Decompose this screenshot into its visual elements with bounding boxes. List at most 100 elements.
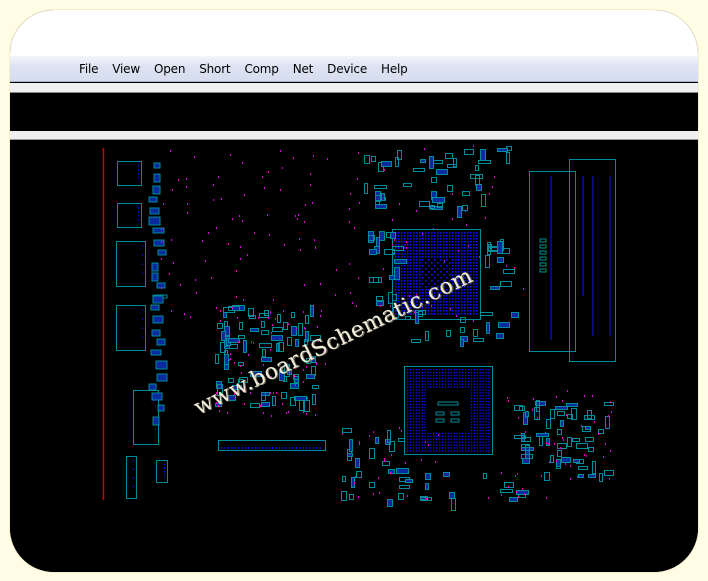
- bga-ball[interactable]: [443, 268, 445, 270]
- smd-part[interactable]: [261, 402, 270, 407]
- pin[interactable]: [133, 485, 134, 488]
- bga-ball[interactable]: [441, 450, 444, 452]
- connector-outline[interactable]: [117, 161, 142, 186]
- via[interactable]: [358, 152, 359, 154]
- bga-ball[interactable]: [409, 389, 412, 391]
- via[interactable]: [305, 328, 306, 330]
- bga-ball[interactable]: [455, 265, 457, 267]
- bga-ball[interactable]: [488, 377, 490, 379]
- smd-part[interactable]: [539, 238, 547, 243]
- bga-ball[interactable]: [464, 304, 466, 306]
- bga-ball[interactable]: [407, 418, 409, 420]
- bga-ball[interactable]: [476, 238, 478, 240]
- bga-ball[interactable]: [473, 235, 475, 237]
- bga-ball[interactable]: [427, 438, 429, 440]
- bga-ball[interactable]: [437, 268, 439, 270]
- smd-part[interactable]: [371, 156, 376, 162]
- bga-ball[interactable]: [470, 253, 472, 255]
- menu-comp[interactable]: Comp: [244, 62, 278, 76]
- via[interactable]: [546, 442, 547, 444]
- bga-ball[interactable]: [398, 241, 400, 243]
- bga-ball[interactable]: [404, 232, 406, 234]
- via[interactable]: [571, 439, 572, 441]
- bga-ball[interactable]: [485, 383, 487, 385]
- bga-ball[interactable]: [464, 295, 466, 297]
- bga-ball[interactable]: [407, 271, 409, 273]
- smd-part[interactable]: [431, 177, 437, 183]
- via[interactable]: [304, 221, 305, 223]
- via[interactable]: [554, 443, 555, 445]
- smd-part[interactable]: [150, 349, 162, 356]
- bga-ball[interactable]: [464, 292, 466, 294]
- bga-ball[interactable]: [404, 238, 406, 240]
- bga-ball[interactable]: [409, 386, 412, 388]
- bga-ball[interactable]: [407, 435, 409, 437]
- bga-ball[interactable]: [473, 271, 475, 273]
- bga-ball[interactable]: [447, 380, 449, 382]
- via[interactable]: [230, 353, 231, 355]
- pin[interactable]: [164, 464, 165, 466]
- bga-ball[interactable]: [413, 283, 415, 285]
- bga-ball[interactable]: [458, 298, 460, 300]
- bga-ball[interactable]: [437, 262, 439, 264]
- bga-ball[interactable]: [440, 256, 442, 258]
- bga-ball[interactable]: [446, 241, 448, 243]
- smd-part[interactable]: [588, 447, 594, 452]
- via[interactable]: [264, 187, 265, 189]
- bga-ball[interactable]: [458, 310, 460, 312]
- bga-ball[interactable]: [415, 418, 417, 420]
- via[interactable]: [228, 243, 229, 245]
- bga-ball[interactable]: [473, 409, 475, 411]
- smd-part[interactable]: [460, 327, 465, 333]
- pin[interactable]: [268, 447, 270, 449]
- bga-ball[interactable]: [482, 403, 484, 406]
- pin[interactable]: [142, 336, 143, 339]
- bga-ball[interactable]: [428, 235, 430, 237]
- bga-ball[interactable]: [416, 283, 418, 285]
- bga-ball[interactable]: [488, 421, 490, 423]
- smd-part[interactable]: [592, 461, 596, 474]
- bga-ball[interactable]: [488, 386, 490, 388]
- via[interactable]: [381, 197, 382, 199]
- bga-ball[interactable]: [424, 380, 426, 382]
- via[interactable]: [270, 392, 271, 394]
- smd-part[interactable]: [271, 335, 283, 341]
- smd-part[interactable]: [277, 314, 281, 323]
- smd-part[interactable]: [151, 392, 163, 401]
- bga-ball[interactable]: [428, 277, 430, 279]
- bga-ball[interactable]: [434, 307, 436, 309]
- bga-ball[interactable]: [473, 256, 475, 258]
- bga-ball[interactable]: [415, 409, 417, 411]
- bga-ball[interactable]: [437, 310, 439, 312]
- bga-ball[interactable]: [470, 415, 473, 417]
- bga-ball[interactable]: [425, 262, 427, 264]
- bga-ball[interactable]: [450, 438, 452, 440]
- via[interactable]: [392, 244, 393, 246]
- bga-ball[interactable]: [465, 438, 467, 440]
- bga-ball[interactable]: [416, 235, 418, 237]
- bga-ball[interactable]: [434, 238, 436, 240]
- bga-ball[interactable]: [407, 412, 409, 414]
- bga-ball[interactable]: [424, 371, 426, 374]
- bga-ball[interactable]: [415, 392, 417, 394]
- via[interactable]: [521, 455, 522, 457]
- bga-ball[interactable]: [421, 369, 423, 371]
- bga-ball[interactable]: [479, 371, 481, 374]
- bga-ball[interactable]: [473, 377, 475, 379]
- bga-ball[interactable]: [476, 277, 478, 279]
- smd-part[interactable]: [536, 433, 549, 437]
- bga-ball[interactable]: [419, 277, 421, 279]
- bga-ball[interactable]: [450, 377, 452, 379]
- via[interactable]: [303, 411, 304, 413]
- bga-ball[interactable]: [467, 441, 470, 443]
- bga-ball[interactable]: [412, 398, 415, 400]
- bga-ball[interactable]: [485, 444, 487, 446]
- via[interactable]: [610, 450, 611, 452]
- smd-part[interactable]: [557, 411, 565, 416]
- bga-ball[interactable]: [412, 447, 415, 449]
- bga-ball[interactable]: [461, 235, 463, 237]
- bga-ball[interactable]: [473, 389, 475, 391]
- bga-ball[interactable]: [443, 244, 445, 246]
- pin[interactable]: [138, 211, 139, 213]
- via[interactable]: [325, 363, 326, 365]
